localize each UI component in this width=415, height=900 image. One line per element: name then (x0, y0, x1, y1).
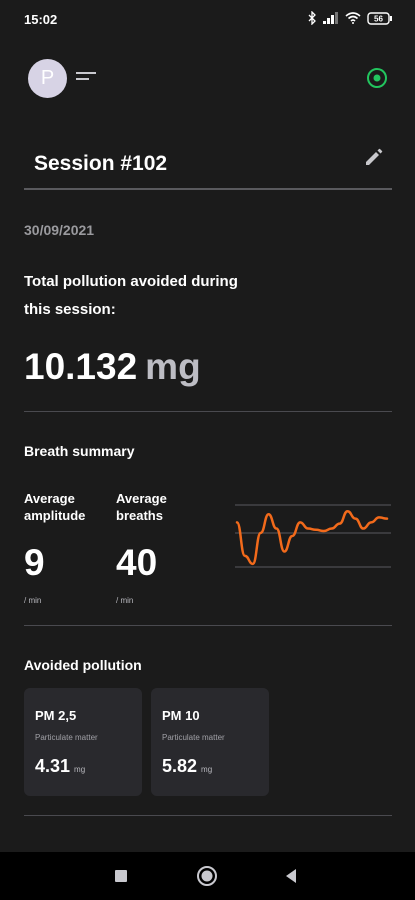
card-value-number: 5.82 (162, 756, 198, 776)
card-title: PM 10 (162, 708, 200, 723)
card-title: PM 2,5 (35, 708, 77, 723)
pollution-avoided-total: 10.132 mg (24, 346, 201, 388)
bluetooth-icon (308, 11, 316, 25)
pencil-icon[interactable] (363, 146, 385, 168)
divider (24, 411, 392, 412)
card-value: 4.31 mg (35, 756, 85, 777)
home-button[interactable] (196, 864, 218, 888)
stat-label: Average amplitude (24, 490, 85, 524)
stat-label-line2: breaths (116, 508, 163, 523)
card-unit: mg (74, 765, 86, 774)
status-bar: 15:02 56 (0, 0, 415, 40)
card-subtitle: Particulate matter (35, 733, 98, 742)
battery-icon: 56 (367, 11, 392, 25)
card-unit: mg (201, 765, 213, 774)
recent-apps-button[interactable] (114, 864, 128, 888)
session-header: Session #102 (24, 140, 392, 190)
card-subtitle: Particulate matter (162, 733, 225, 742)
live-status-icon[interactable] (366, 67, 388, 89)
session-title: Session #102 (34, 152, 168, 175)
app-bar: P (0, 55, 415, 100)
stat-label: Average breaths (116, 490, 167, 524)
pm25-card[interactable]: PM 2,5 Particulate matter 4.31 mg (24, 688, 142, 796)
stat-label-line1: Average (116, 491, 167, 506)
session-date: 30/09/2021 (24, 222, 95, 238)
stat-label-line1: Average (24, 491, 75, 506)
status-icons: 56 (308, 11, 393, 25)
signal-icon (323, 12, 338, 24)
average-breaths-stat: Average breaths 40 / min (116, 490, 167, 605)
pm10-card[interactable]: PM 10 Particulate matter 5.82 mg (151, 688, 269, 796)
divider (24, 625, 392, 626)
pollution-value: 10.132 (24, 346, 138, 387)
stat-value: 40 (116, 542, 158, 583)
card-value: 5.82 mg (162, 756, 212, 777)
menu-icon[interactable] (76, 72, 96, 84)
avatar[interactable]: P (28, 59, 67, 98)
avoided-pollution-title: Avoided pollution (24, 657, 142, 673)
chart-series-line (235, 509, 389, 566)
status-time: 15:02 (24, 12, 58, 27)
stat-label-line2: amplitude (24, 508, 86, 523)
pollution-avoided-label: Total pollution avoided during this sess… (24, 273, 238, 318)
breath-chart (235, 504, 391, 568)
stat-value: 9 (24, 542, 45, 583)
system-nav-bar (0, 852, 415, 900)
stat-unit: / min (116, 596, 134, 605)
wifi-icon (345, 12, 361, 24)
back-button[interactable] (284, 864, 298, 888)
breath-summary-title: Breath summary (24, 443, 135, 459)
divider (24, 815, 392, 816)
battery-label: 56 (374, 14, 383, 23)
pollution-unit: mg (145, 346, 201, 387)
stat-unit: / min (24, 596, 42, 605)
card-value-number: 4.31 (35, 756, 71, 776)
average-amplitude-stat: Average amplitude 9 / min (24, 490, 85, 605)
